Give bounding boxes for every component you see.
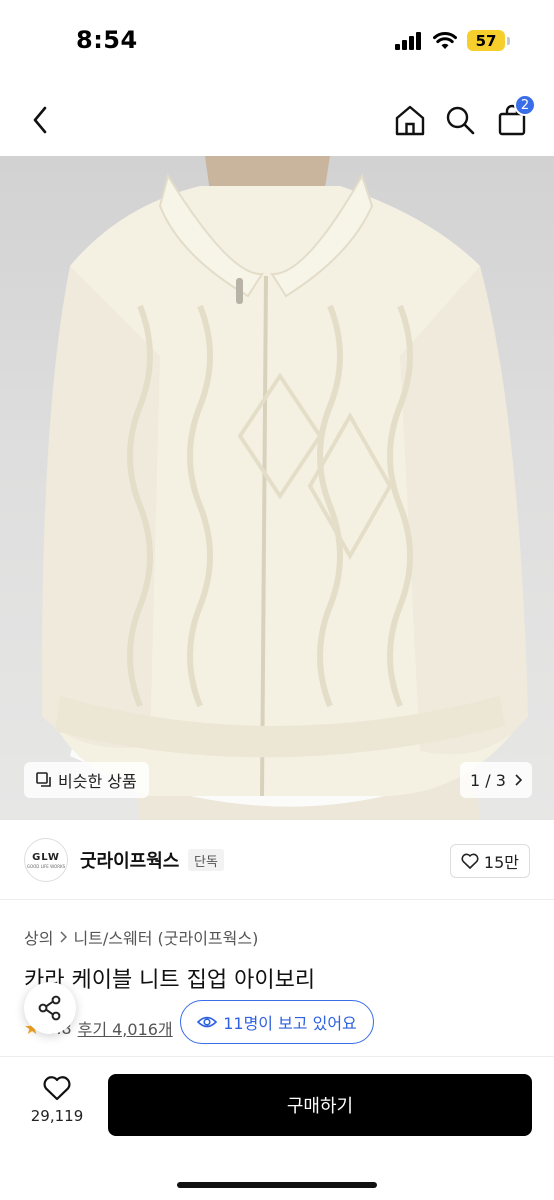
viewers-text: 11명이 보고 있어요 xyxy=(223,1014,357,1033)
image-pager[interactable]: 1 / 3 xyxy=(460,762,532,798)
buy-button[interactable]: 구매하기 xyxy=(108,1074,532,1136)
search-icon xyxy=(446,106,475,135)
chevron-left-icon xyxy=(33,106,47,134)
home-icon xyxy=(395,105,425,136)
home-button[interactable] xyxy=(392,102,428,138)
bottom-bar: 29,119 구매하기 xyxy=(0,1056,554,1200)
viewers-badge: 11명이 보고 있어요 xyxy=(180,1000,374,1044)
cart-count-badge: 2 xyxy=(514,94,536,116)
eye-icon xyxy=(197,1016,218,1028)
breadcrumb-item[interactable]: 니트/스웨터 (굿라이프웍스) xyxy=(73,925,258,949)
similar-products-button[interactable]: 비슷한 상품 xyxy=(24,762,149,798)
brand-name[interactable]: 굿라이프웍스 xyxy=(80,847,179,873)
brand-like-button[interactable]: 15만 xyxy=(449,844,530,878)
battery-icon: 57 xyxy=(467,30,510,51)
signal-icon xyxy=(395,31,421,50)
home-indicator xyxy=(177,1182,377,1188)
product-image[interactable]: 비슷한 상품 1 / 3 xyxy=(0,156,554,820)
cart-button[interactable]: 2 xyxy=(494,94,536,138)
status-icons: 57 xyxy=(395,30,510,51)
pager-text: 1 / 3 xyxy=(470,770,506,790)
status-time: 8:54 xyxy=(76,26,138,54)
brand-like-count: 15만 xyxy=(483,853,519,872)
wishlist-count: 29,119 xyxy=(30,1107,84,1125)
status-bar: 8:54 57 xyxy=(0,0,554,84)
battery-level: 57 xyxy=(467,30,505,51)
similar-icon xyxy=(36,772,51,787)
breadcrumb-item[interactable]: 상의 xyxy=(24,925,53,949)
share-icon xyxy=(38,995,61,1021)
brand-logo-subtext: GOOD LIFE WORKS xyxy=(26,863,66,869)
search-button[interactable] xyxy=(442,102,478,138)
chevron-right-icon xyxy=(60,931,68,943)
heart-icon xyxy=(461,853,479,869)
brand-logo[interactable]: GLW GOOD LIFE WORKS xyxy=(24,838,68,882)
review-link[interactable]: 후기 4,016개 xyxy=(78,1016,173,1040)
nav-bar: 2 xyxy=(0,84,554,156)
brand-logo-text: GLW xyxy=(32,851,60,863)
back-button[interactable] xyxy=(22,102,58,138)
similar-products-label: 비슷한 상품 xyxy=(58,772,137,791)
share-button[interactable] xyxy=(24,982,76,1034)
wishlist-button[interactable]: 29,119 xyxy=(22,1075,92,1145)
chevron-right-icon xyxy=(515,774,522,786)
brand-row: GLW GOOD LIFE WORKS 굿라이프웍스 단독 15만 xyxy=(0,820,554,900)
heart-icon xyxy=(43,1076,71,1101)
breadcrumb: 상의 니트/스웨터 (굿라이프웍스) xyxy=(24,925,258,949)
exclusive-badge: 단독 xyxy=(188,849,224,871)
product-photo xyxy=(41,156,528,820)
wifi-icon xyxy=(433,31,457,49)
